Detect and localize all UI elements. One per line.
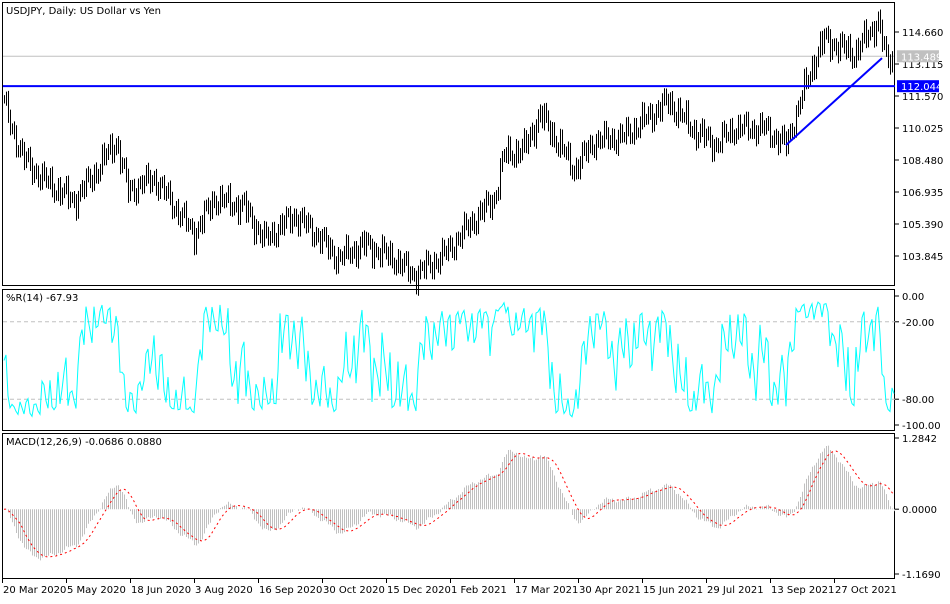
price-axis-label: 110.025 [902,124,943,135]
macd-axis-label: 0.0000 [902,505,937,516]
wpr-axis-label: -80.00 [902,395,934,406]
date-axis-label: 30 Apr 2021 [579,585,641,596]
wpr-axis-label: -20.00 [902,318,934,329]
price-axis-label: 103.845 [902,252,943,263]
macd-axis-label: -1.1690 [902,570,941,581]
date-axis-label: 15 Dec 2020 [387,585,451,596]
macd-axis-label: 1.2842 [902,434,937,445]
trading-chart[interactable]: 114.660113.115111.570110.025108.480106.9… [0,0,950,600]
wpr-axis-label: -100.00 [902,421,941,432]
date-axis-label: 5 May 2020 [67,585,126,596]
price-axis-label: 111.570 [902,92,943,103]
price-axis-label: 108.480 [902,156,943,167]
date-axis-label: 15 Jun 2021 [643,585,703,596]
date-axis-label: 18 Jun 2020 [131,585,191,596]
wpr-label: %R(14) -67.93 [6,293,78,304]
macd-label: MACD(12,26,9) -0.0686 0.0880 [6,437,162,448]
date-axis-label: 29 Jul 2021 [707,585,764,596]
date-axis-label: 17 Mar 2021 [515,585,578,596]
date-axis-label: 3 Aug 2020 [195,585,253,596]
date-axis-label: 13 Sep 2021 [771,585,834,596]
date-axis-label: 30 Oct 2020 [323,585,385,596]
wpr-axis-label: 0.00 [902,292,924,303]
price-axis-label: 114.660 [902,28,943,39]
current-price-label: 113.489 [901,52,942,63]
price-axis-label: 105.390 [902,220,943,231]
date-axis-label: 20 Mar 2020 [3,585,66,596]
chart-title: USDJPY, Daily: US Dollar vs Yen [6,6,161,17]
date-axis-label: 27 Oct 2021 [835,585,897,596]
price-axis-label: 106.935 [902,188,943,199]
date-axis-label: 16 Sep 2020 [259,585,322,596]
hline-price-label: 112.044 [901,82,942,93]
date-axis-label: 1 Feb 2021 [451,585,507,596]
